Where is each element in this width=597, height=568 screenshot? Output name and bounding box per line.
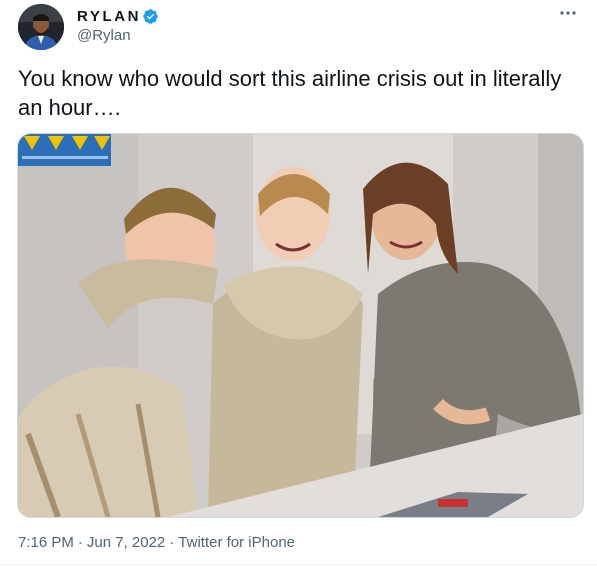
verified-badge-icon (142, 8, 159, 25)
tweet-time[interactable]: 7:16 PM (18, 534, 74, 551)
ellipsis-icon (560, 11, 576, 15)
author-display-name[interactable]: RYLAN (77, 8, 141, 25)
author-handle[interactable]: @Rylan (77, 27, 131, 44)
tweet-metadata: 7:16 PM · Jun 7, 2022 · Twitter for iPho… (18, 534, 295, 551)
avatar-photo-icon (18, 4, 64, 50)
photo-people-at-desk-icon (18, 134, 583, 517)
meta-separator: · (77, 534, 83, 551)
tweet-text: You know who would sort this airline cri… (18, 66, 562, 120)
tweet-card: RYLAN @Rylan You know who would sort thi… (0, 0, 597, 568)
author-avatar[interactable] (18, 4, 64, 50)
meta-separator: · (169, 534, 175, 551)
tweet-date[interactable]: Jun 7, 2022 (87, 534, 165, 551)
author-name-row[interactable]: RYLAN (77, 8, 159, 25)
tweet-client[interactable]: Twitter for iPhone (178, 534, 295, 551)
more-options-button[interactable] (556, 6, 580, 22)
tweet-photo[interactable] (17, 133, 584, 518)
bottom-divider (0, 564, 597, 565)
